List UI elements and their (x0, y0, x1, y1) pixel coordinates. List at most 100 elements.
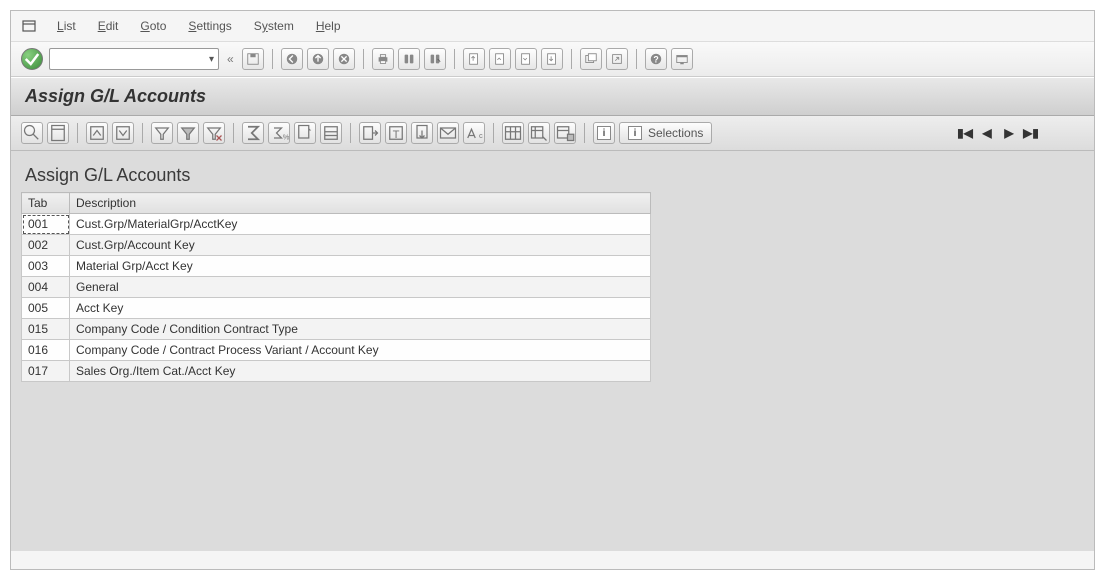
content-area: Assign G/L Accounts Tab Description 001C… (11, 151, 1094, 551)
exit-button[interactable] (307, 48, 329, 70)
table-row[interactable]: 017Sales Org./Item Cat./Acct Key (22, 361, 651, 382)
standard-toolbar: « ? (11, 42, 1094, 77)
separator (142, 123, 143, 143)
separator (493, 123, 494, 143)
cancel-button[interactable] (333, 48, 355, 70)
select-layout-button[interactable] (528, 122, 550, 144)
abc-analysis-button[interactable]: c (463, 122, 485, 144)
separator (571, 49, 572, 69)
find-button[interactable] (398, 48, 420, 70)
sort-desc-button[interactable] (112, 122, 134, 144)
separator (272, 49, 273, 69)
separator (584, 123, 585, 143)
cell-description[interactable]: Cust.Grp/MaterialGrp/AcctKey (70, 214, 651, 235)
find-next-button[interactable] (424, 48, 446, 70)
local-file-button[interactable] (411, 122, 433, 144)
svg-text:c: c (479, 131, 483, 140)
word-processing-button[interactable]: T (385, 122, 407, 144)
next-page-button[interactable] (515, 48, 537, 70)
separator (363, 49, 364, 69)
col-header-tab[interactable]: Tab (22, 193, 70, 214)
cell-tab[interactable]: 002 (22, 235, 70, 256)
svg-text:?: ? (653, 55, 658, 65)
table-row[interactable]: 004General (22, 277, 651, 298)
prev-page-button[interactable] (489, 48, 511, 70)
menu-list[interactable]: List (49, 17, 84, 35)
customize-layout-button[interactable] (671, 48, 693, 70)
menu-system[interactable]: System (246, 17, 302, 35)
selections-button[interactable]: i Selections (619, 122, 712, 144)
mail-button[interactable] (437, 122, 459, 144)
sort-asc-button[interactable] (86, 122, 108, 144)
cell-tab[interactable]: 005 (22, 298, 70, 319)
export-button[interactable] (359, 122, 381, 144)
filter-button[interactable] (177, 122, 199, 144)
cell-description[interactable]: Material Grp/Acct Key (70, 256, 651, 277)
col-header-description[interactable]: Description (70, 193, 651, 214)
gl-accounts-table: Tab Description 001Cust.Grp/MaterialGrp/… (21, 192, 651, 382)
last-page-button[interactable] (541, 48, 563, 70)
delete-filter-button[interactable] (203, 122, 225, 144)
change-layout-button[interactable] (502, 122, 524, 144)
cell-tab[interactable]: 004 (22, 277, 70, 298)
cell-description[interactable]: Company Code / Contract Process Variant … (70, 340, 651, 361)
save-button[interactable] (242, 48, 264, 70)
set-filter-button[interactable] (151, 122, 173, 144)
save-layout-button[interactable] (554, 122, 576, 144)
svg-text:T: T (393, 129, 400, 141)
back-button[interactable] (281, 48, 303, 70)
separator (636, 49, 637, 69)
first-page-button[interactable] (463, 48, 485, 70)
refresh-button[interactable] (47, 122, 69, 144)
menu-settings[interactable]: Settings (180, 17, 239, 35)
view-button[interactable] (320, 122, 342, 144)
cell-description[interactable]: Acct Key (70, 298, 651, 319)
table-row[interactable]: 005Acct Key (22, 298, 651, 319)
cell-tab[interactable]: 017 (22, 361, 70, 382)
menu-help[interactable]: Help (308, 17, 349, 35)
generate-shortcut-button[interactable] (606, 48, 628, 70)
subtotal-button[interactable]: % (268, 122, 290, 144)
information-button[interactable]: i (593, 122, 615, 144)
details-button[interactable] (21, 122, 43, 144)
list-title: Assign G/L Accounts (21, 165, 1084, 192)
separator (454, 49, 455, 69)
menu-goto[interactable]: Goto (132, 17, 174, 35)
chevron-left-icon[interactable]: « (223, 52, 238, 66)
menu-edit[interactable]: Edit (90, 17, 127, 35)
nav-last-button[interactable]: ▶▮ (1022, 124, 1040, 142)
print-preview-button[interactable] (294, 122, 316, 144)
table-row[interactable]: 016Company Code / Contract Process Varia… (22, 340, 651, 361)
new-session-button[interactable] (580, 48, 602, 70)
nav-first-button[interactable]: ▮◀ (956, 124, 974, 142)
nav-prev-button[interactable]: ◀ (978, 124, 996, 142)
table-row[interactable]: 015Company Code / Condition Contract Typ… (22, 319, 651, 340)
cell-description[interactable]: Cust.Grp/Account Key (70, 235, 651, 256)
info-icon: i (628, 126, 642, 140)
nav-next-button[interactable]: ▶ (1000, 124, 1018, 142)
cell-tab[interactable]: 001 (22, 214, 70, 235)
screen-title: Assign G/L Accounts (11, 77, 1094, 116)
table-row[interactable]: 003Material Grp/Acct Key (22, 256, 651, 277)
menu-bar: List Edit Goto Settings System Help (11, 11, 1094, 42)
print-button[interactable] (372, 48, 394, 70)
separator (77, 123, 78, 143)
separator (350, 123, 351, 143)
total-button[interactable] (242, 122, 264, 144)
enter-button[interactable] (21, 48, 43, 70)
cell-description[interactable]: General (70, 277, 651, 298)
separator (233, 123, 234, 143)
cell-tab[interactable]: 016 (22, 340, 70, 361)
help-button[interactable]: ? (645, 48, 667, 70)
cell-tab[interactable]: 003 (22, 256, 70, 277)
application-toolbar: % T c i i Selections ▮◀ ◀ ▶ ▶▮ (11, 116, 1094, 151)
window-menu-icon[interactable] (21, 18, 37, 34)
svg-text:%: % (283, 132, 289, 141)
cell-tab[interactable]: 015 (22, 319, 70, 340)
table-row[interactable]: 001Cust.Grp/MaterialGrp/AcctKey (22, 214, 651, 235)
selections-label: Selections (648, 126, 703, 140)
cell-description[interactable]: Sales Org./Item Cat./Acct Key (70, 361, 651, 382)
cell-description[interactable]: Company Code / Condition Contract Type (70, 319, 651, 340)
table-row[interactable]: 002Cust.Grp/Account Key (22, 235, 651, 256)
command-field[interactable] (49, 48, 219, 70)
